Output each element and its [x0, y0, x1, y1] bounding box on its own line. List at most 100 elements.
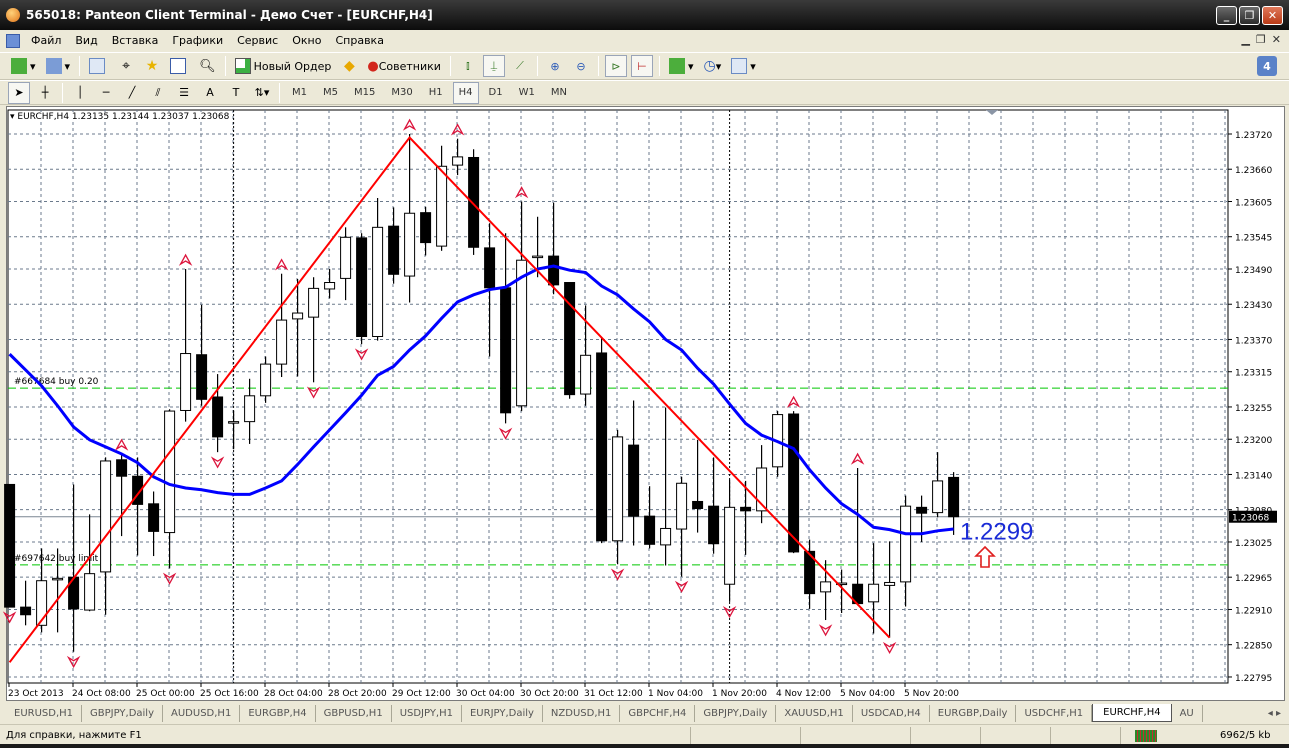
time-tick-label: 23 Oct 2013	[8, 689, 64, 699]
timeframe-d1[interactable]: D1	[483, 82, 509, 104]
bull-candle-body	[52, 577, 64, 581]
alerts-badge[interactable]: 4	[1257, 56, 1277, 76]
timeframe-h1[interactable]: H1	[423, 82, 449, 104]
chart-shift-button[interactable]: ⊢	[630, 55, 653, 77]
alert-button[interactable]: ◆	[338, 55, 360, 77]
time-tick-label: 5 Nov 04:00	[840, 689, 895, 699]
chart-shift-icon: ⊢	[637, 59, 647, 73]
bear-candle-body	[420, 212, 432, 244]
symbol-tab[interactable]: AU	[1172, 705, 1203, 722]
symbol-tab[interactable]: GBPJPY,Daily	[82, 705, 164, 722]
mdi-close-button[interactable]: ✕	[1272, 33, 1281, 46]
minimize-button[interactable]: _	[1216, 6, 1237, 25]
experts-label: Советники	[378, 59, 441, 73]
symbol-tab[interactable]: XAUUSD,H1	[776, 705, 853, 722]
symbol-tab[interactable]: EURUSD,H1	[6, 705, 83, 722]
maximize-button[interactable]: ❐	[1239, 6, 1260, 25]
candle	[596, 338, 608, 544]
cursor-tool[interactable]: ➤	[8, 81, 30, 104]
terminal-button[interactable]	[167, 55, 192, 77]
templates-icon	[731, 58, 748, 74]
crosshair-tool[interactable]: ┼	[34, 82, 56, 104]
chart-window-icon[interactable]	[6, 33, 20, 48]
symbol-tab[interactable]: GBPUSD,H1	[316, 705, 392, 722]
auto-scroll-button[interactable]: ⊳	[604, 55, 627, 77]
indicators-button[interactable]: ▾	[666, 55, 697, 77]
timeframe-mn[interactable]: MN	[545, 82, 573, 104]
menu-view[interactable]: Вид	[68, 34, 104, 47]
vertical-line-tool[interactable]: │	[69, 82, 91, 104]
current-price-label: 1.23068	[1232, 514, 1269, 524]
bar-chart-button[interactable]: ⫾	[457, 55, 479, 77]
timeframe-m1[interactable]: M1	[286, 82, 313, 104]
new-chart-button[interactable]: ▾	[8, 55, 39, 77]
time-tick-label: 28 Oct 20:00	[328, 689, 387, 699]
magnifier-icon: 🔍︎	[199, 58, 216, 74]
trendline-tool[interactable]: ╱	[121, 82, 143, 104]
symbol-tab[interactable]: USDJPY,H1	[392, 705, 462, 722]
fibonacci-tool[interactable]: ☰	[173, 82, 195, 104]
menu-file[interactable]: Файл	[24, 34, 68, 47]
timeframe-m5[interactable]: M5	[317, 82, 344, 104]
candlestick-button[interactable]: ⍊	[482, 55, 505, 77]
mdi-minimize-button[interactable]: ▁	[1241, 33, 1249, 46]
navigator-button[interactable]: ★	[141, 55, 163, 77]
eurchf-h4-chart[interactable]: 1.23720 1.23660 1.23605 1.23545 1.23490 1.234…	[0, 106, 1289, 706]
symbol-tab[interactable]: EURGBP,H4	[240, 705, 316, 722]
mdi-restore-button[interactable]: ❐	[1256, 33, 1266, 46]
symbol-tab[interactable]: NZDUSD,H1	[543, 705, 621, 722]
strategy-tester-button[interactable]: 🔍︎	[196, 55, 219, 77]
zoom-out-button[interactable]: ⊖	[570, 55, 592, 77]
symbol-tab[interactable]: EURGBP,Daily	[930, 705, 1017, 722]
new-order-label: Новый Ордер	[253, 59, 332, 73]
symbol-tab[interactable]: GBPJPY,Daily	[695, 705, 777, 722]
timeframe-h4[interactable]: H4	[452, 81, 479, 104]
time-tick-label: 28 Oct 04:00	[264, 689, 323, 699]
profiles-button[interactable]: ▾	[43, 55, 74, 77]
menu-help[interactable]: Справка	[328, 34, 390, 47]
line-chart-button[interactable]: ⟋	[509, 55, 531, 77]
bull-candle-body	[276, 319, 288, 365]
timeframe-m30[interactable]: M30	[385, 82, 418, 104]
candle	[356, 233, 368, 345]
menu-charts[interactable]: Графики	[165, 34, 230, 47]
symbol-tab[interactable]: EURCHF,H4	[1092, 704, 1172, 722]
bull-candle-body	[580, 354, 592, 395]
channel-tool[interactable]: ⫽	[147, 82, 169, 104]
bull-candle-body	[308, 287, 320, 318]
menu-tools[interactable]: Сервис	[230, 34, 285, 47]
price-tick-label: 1.23200	[1235, 436, 1272, 446]
bear-candle-body	[692, 500, 704, 510]
menu-window[interactable]: Окно	[285, 34, 328, 47]
tab-scroll-arrows[interactable]: ◂ ▸	[1264, 705, 1285, 722]
crosshair-icon: ⌖	[122, 58, 130, 74]
price-tick-label: 1.23545	[1235, 234, 1272, 244]
text-label-tool[interactable]: T	[225, 82, 247, 104]
close-button[interactable]: ✕	[1262, 6, 1283, 25]
symbol-tab[interactable]: USDCHF,H1	[1016, 705, 1093, 722]
market-watch-button[interactable]	[86, 55, 111, 77]
timeframe-m15[interactable]: M15	[348, 82, 381, 104]
symbol-tab[interactable]: GBPCHF,H4	[620, 705, 696, 722]
periods-button[interactable]: ◷ ▾	[700, 55, 724, 77]
menu-insert[interactable]: Вставка	[105, 34, 166, 47]
zoom-out-icon: ⊖	[576, 59, 586, 73]
symbol-tab[interactable]: AUDUSD,H1	[163, 705, 241, 722]
symbol-tab[interactable]: USDCAD,H4	[853, 705, 930, 722]
bear-candle-body	[468, 156, 480, 248]
bull-candle-body	[292, 312, 304, 320]
time-tick-label: 25 Oct 00:00	[136, 689, 195, 699]
data-window-button[interactable]: ⌖	[115, 55, 137, 77]
zoom-in-button[interactable]: ⊕	[544, 55, 566, 77]
new-order-button[interactable]: Новый Ордер	[232, 55, 335, 77]
symbol-tab[interactable]: EURJPY,Daily	[462, 705, 543, 722]
templates-button[interactable]: ▾	[728, 55, 759, 77]
arrows-tool[interactable]: ⇅▾	[251, 82, 273, 104]
horizontal-line-tool[interactable]: ─	[95, 82, 117, 104]
timeframe-w1[interactable]: W1	[513, 82, 541, 104]
text-tool[interactable]: A	[199, 82, 221, 104]
time-tick-label: 5 Nov 20:00	[904, 689, 959, 699]
bull-candle-body	[532, 255, 544, 259]
arrows-icon: ⇅▾	[254, 86, 270, 99]
experts-button[interactable]: ● Советники	[364, 55, 444, 77]
